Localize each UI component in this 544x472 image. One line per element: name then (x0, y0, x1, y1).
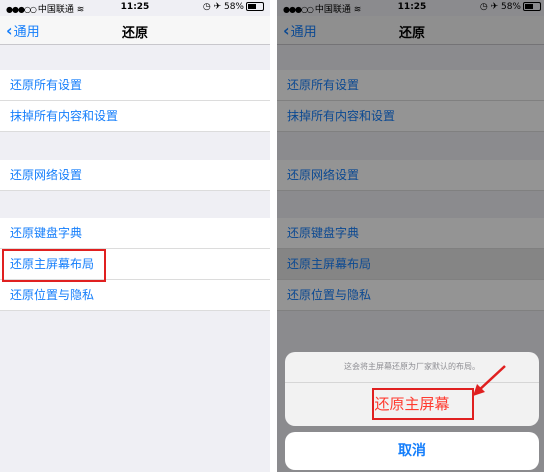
row-label: 还原网络设置 (10, 168, 83, 182)
battery-icon (246, 2, 264, 11)
nav-bar: ‹通用 还原 (0, 16, 270, 45)
status-bar: ●●●○○ 中国联通 ≋ 11:25 ◷ ✈︎ 58% (0, 0, 270, 16)
panel-divider (270, 0, 277, 472)
annotation-highlight-box (2, 249, 106, 282)
reset-location-privacy-row[interactable]: 还原位置与隐私 (0, 280, 270, 311)
screen-reset-settings: ●●●○○ 中国联通 ≋ 11:25 ◷ ✈︎ 58% ‹通用 还原 还原所有设置… (0, 0, 270, 472)
reset-keyboard-row[interactable]: 还原键盘字典 (0, 218, 270, 249)
annotation-arrow-icon (473, 365, 506, 396)
erase-all-content-row[interactable]: 抹掉所有内容和设置 (0, 101, 270, 132)
row-label: 抹掉所有内容和设置 (10, 109, 119, 123)
cancel-button[interactable]: 取消 (285, 432, 539, 470)
reset-network-row[interactable]: 还原网络设置 (0, 160, 270, 191)
screen-reset-confirm: ●●●○○ 中国联通 ≋ 11:25 ◷ ✈︎ 58% ‹通用 还原 还原所有设置… (277, 0, 544, 472)
row-label: 还原键盘字典 (10, 226, 83, 240)
row-label: 还原所有设置 (10, 78, 83, 92)
lock-rotation-icon: ◷ ✈︎ (202, 2, 224, 12)
reset-all-settings-row[interactable]: 还原所有设置 (0, 70, 270, 101)
row-label: 还原位置与隐私 (10, 288, 95, 302)
annotation-highlight-box (372, 388, 474, 420)
battery-label: 58% (223, 2, 244, 12)
page-title: 还原 (121, 26, 148, 41)
